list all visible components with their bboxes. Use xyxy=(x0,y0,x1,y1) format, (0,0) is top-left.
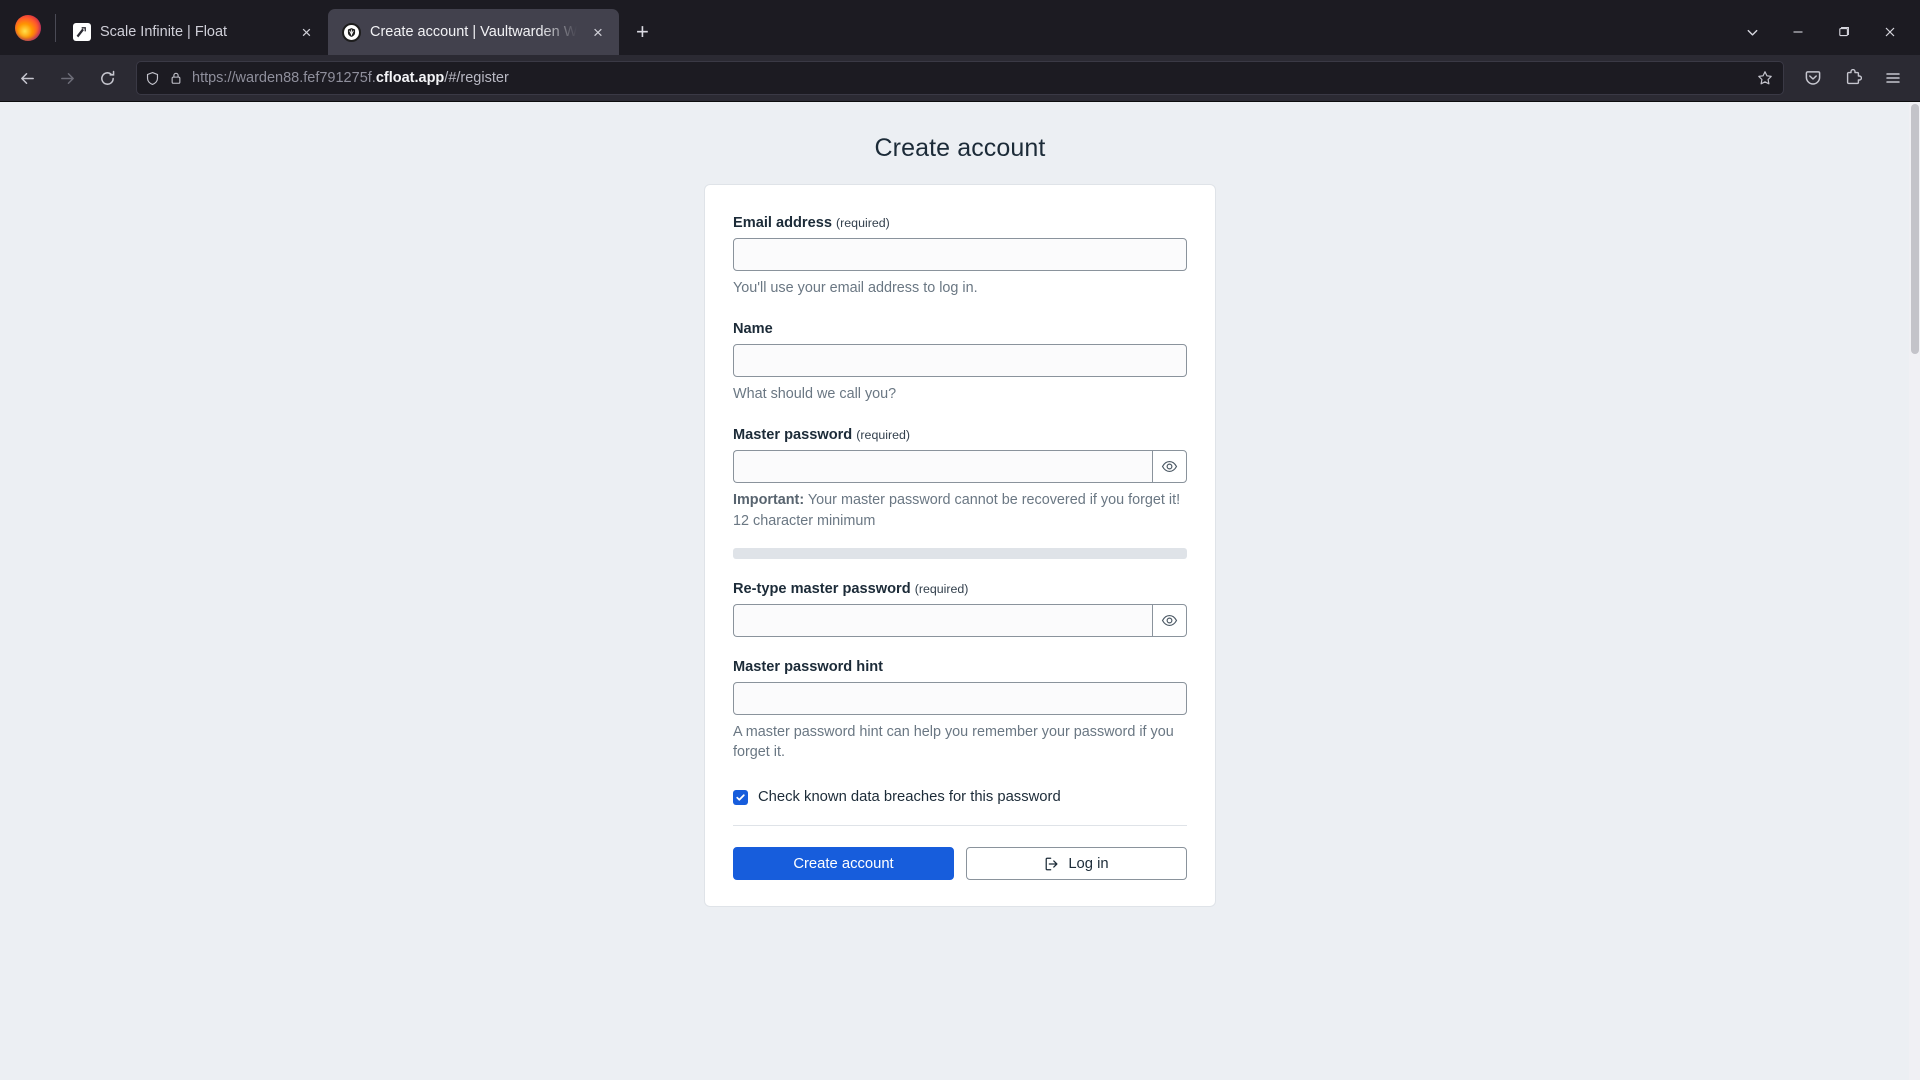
email-label: Email address (required) xyxy=(733,215,1187,231)
star-icon[interactable] xyxy=(1757,70,1775,86)
reload-button-icon[interactable] xyxy=(88,60,126,96)
name-label: Name xyxy=(733,321,1187,337)
firefox-icon xyxy=(14,14,41,41)
tab-close-button[interactable]: × xyxy=(586,21,609,44)
page-scroll-area: Create account Email address (required) … xyxy=(0,102,1920,1080)
login-button[interactable]: Log in xyxy=(966,847,1187,881)
password-hint-input[interactable] xyxy=(733,681,1187,715)
register-form-card: Email address (required) You'll use your… xyxy=(704,184,1216,908)
password-hint-label-text: Master password hint xyxy=(733,658,884,675)
vaultwarden-icon xyxy=(342,22,361,42)
name-help-text: What should we call you? xyxy=(733,385,897,402)
login-button-label: Log in xyxy=(1068,855,1109,872)
forward-button-icon[interactable] xyxy=(48,60,86,96)
email-input[interactable] xyxy=(733,238,1187,271)
name-input[interactable] xyxy=(733,343,1187,377)
register-page: Create account Email address (required) … xyxy=(0,102,1920,908)
master-password-label-text: Master password xyxy=(733,426,853,443)
hamburger-menu-icon[interactable] xyxy=(1874,60,1912,96)
extensions-icon[interactable] xyxy=(1834,60,1872,96)
tab-close-button[interactable]: × xyxy=(295,21,318,44)
url-text[interactable]: https://warden88.fef791275f.cfloat.app/#… xyxy=(192,70,1748,86)
form-divider xyxy=(733,825,1187,827)
email-required-text: (required) xyxy=(836,216,890,230)
password-hint-help-text: A master password hint can help you reme… xyxy=(733,723,1174,761)
scrollbar-thumb[interactable] xyxy=(1910,104,1919,354)
page-scrollbar[interactable] xyxy=(1909,102,1920,1080)
url-path: /#/register xyxy=(444,70,509,86)
master-password-help-text: Important: Your master password cannot b… xyxy=(733,490,1187,532)
close-icon[interactable] xyxy=(1868,12,1912,52)
firefox-browser-window: Scale Infinite | Float × Create account … xyxy=(0,0,1920,1080)
maximize-icon[interactable] xyxy=(1822,12,1866,52)
breach-check-label: Check known data breaches for this passw… xyxy=(758,789,1061,806)
field-retype-password: Re-type master password (required) xyxy=(733,581,1187,637)
tab-title: Scale Infinite | Float xyxy=(100,24,228,40)
navigation-toolbar: https://warden88.fef791275f.cfloat.app/#… xyxy=(0,55,1920,102)
minimize-icon[interactable] xyxy=(1776,12,1820,52)
login-arrow-icon xyxy=(1044,856,1060,872)
tab-scale-infinite[interactable]: Scale Infinite | Float × xyxy=(58,9,328,55)
toolbar-actions xyxy=(1794,60,1912,96)
address-bar[interactable]: https://warden88.fef791275f.cfloat.app/#… xyxy=(136,61,1784,95)
eye-icon[interactable] xyxy=(1152,449,1187,483)
retype-password-input-group xyxy=(733,603,1187,637)
field-password-hint: Master password hint A master password h… xyxy=(733,659,1187,764)
email-help-text: You'll use your email address to log in. xyxy=(733,280,978,296)
window-controls xyxy=(1730,9,1912,55)
form-button-row: Create account Log in xyxy=(733,847,1187,881)
lock-icon[interactable] xyxy=(169,71,183,85)
retype-password-label: Re-type master password (required) xyxy=(733,581,1187,597)
new-tab-button[interactable]: + xyxy=(625,15,659,49)
master-password-input[interactable] xyxy=(733,449,1152,483)
firefox-logo xyxy=(0,0,55,55)
retype-password-input[interactable] xyxy=(733,603,1152,637)
retype-password-required-text: (required) xyxy=(914,581,969,596)
url-host: cfloat.app xyxy=(375,70,445,86)
url-scheme: https:// xyxy=(192,70,236,86)
breach-check-row[interactable]: Check known data breaches for this passw… xyxy=(733,789,1187,805)
pocket-icon[interactable] xyxy=(1794,60,1832,96)
back-button-icon[interactable] xyxy=(8,60,46,96)
eye-icon[interactable] xyxy=(1152,603,1187,637)
breach-check-checkbox[interactable] xyxy=(733,789,748,805)
tab-create-account-vaultwarden[interactable]: Create account | Vaultwarden W × xyxy=(328,9,620,55)
master-password-input-group xyxy=(733,449,1187,483)
retype-password-label-text: Re-type master password xyxy=(733,580,911,597)
master-password-required-text: (required) xyxy=(856,427,911,442)
page-title: Create account xyxy=(874,134,1046,162)
field-email: Email address (required) You'll use your… xyxy=(733,215,1187,299)
list-all-tabs-icon[interactable] xyxy=(1730,12,1774,52)
page-viewport: Create account Email address (required) … xyxy=(0,102,1920,1080)
email-label-text: Email address xyxy=(733,215,832,231)
create-account-button[interactable]: Create account xyxy=(733,847,954,881)
tab-separator xyxy=(55,13,56,42)
field-master-password: Master password (required) Important: Yo… xyxy=(733,427,1187,559)
password-hint-label: Master password hint xyxy=(733,659,1187,675)
tab-strip: Scale Infinite | Float × Create account … xyxy=(0,0,1920,55)
tab-title: Create account | Vaultwarden W xyxy=(370,24,578,40)
shield-icon[interactable] xyxy=(145,71,160,86)
password-strength-bar xyxy=(733,547,1187,559)
master-password-help-bold: Important: xyxy=(733,491,805,508)
master-password-label: Master password (required) xyxy=(733,427,1187,443)
name-label-text: Name xyxy=(733,320,773,337)
scale-infinite-icon xyxy=(72,23,91,42)
field-name: Name What should we call you? xyxy=(733,321,1187,405)
url-subdomain: warden88.fef791275f. xyxy=(235,70,376,86)
